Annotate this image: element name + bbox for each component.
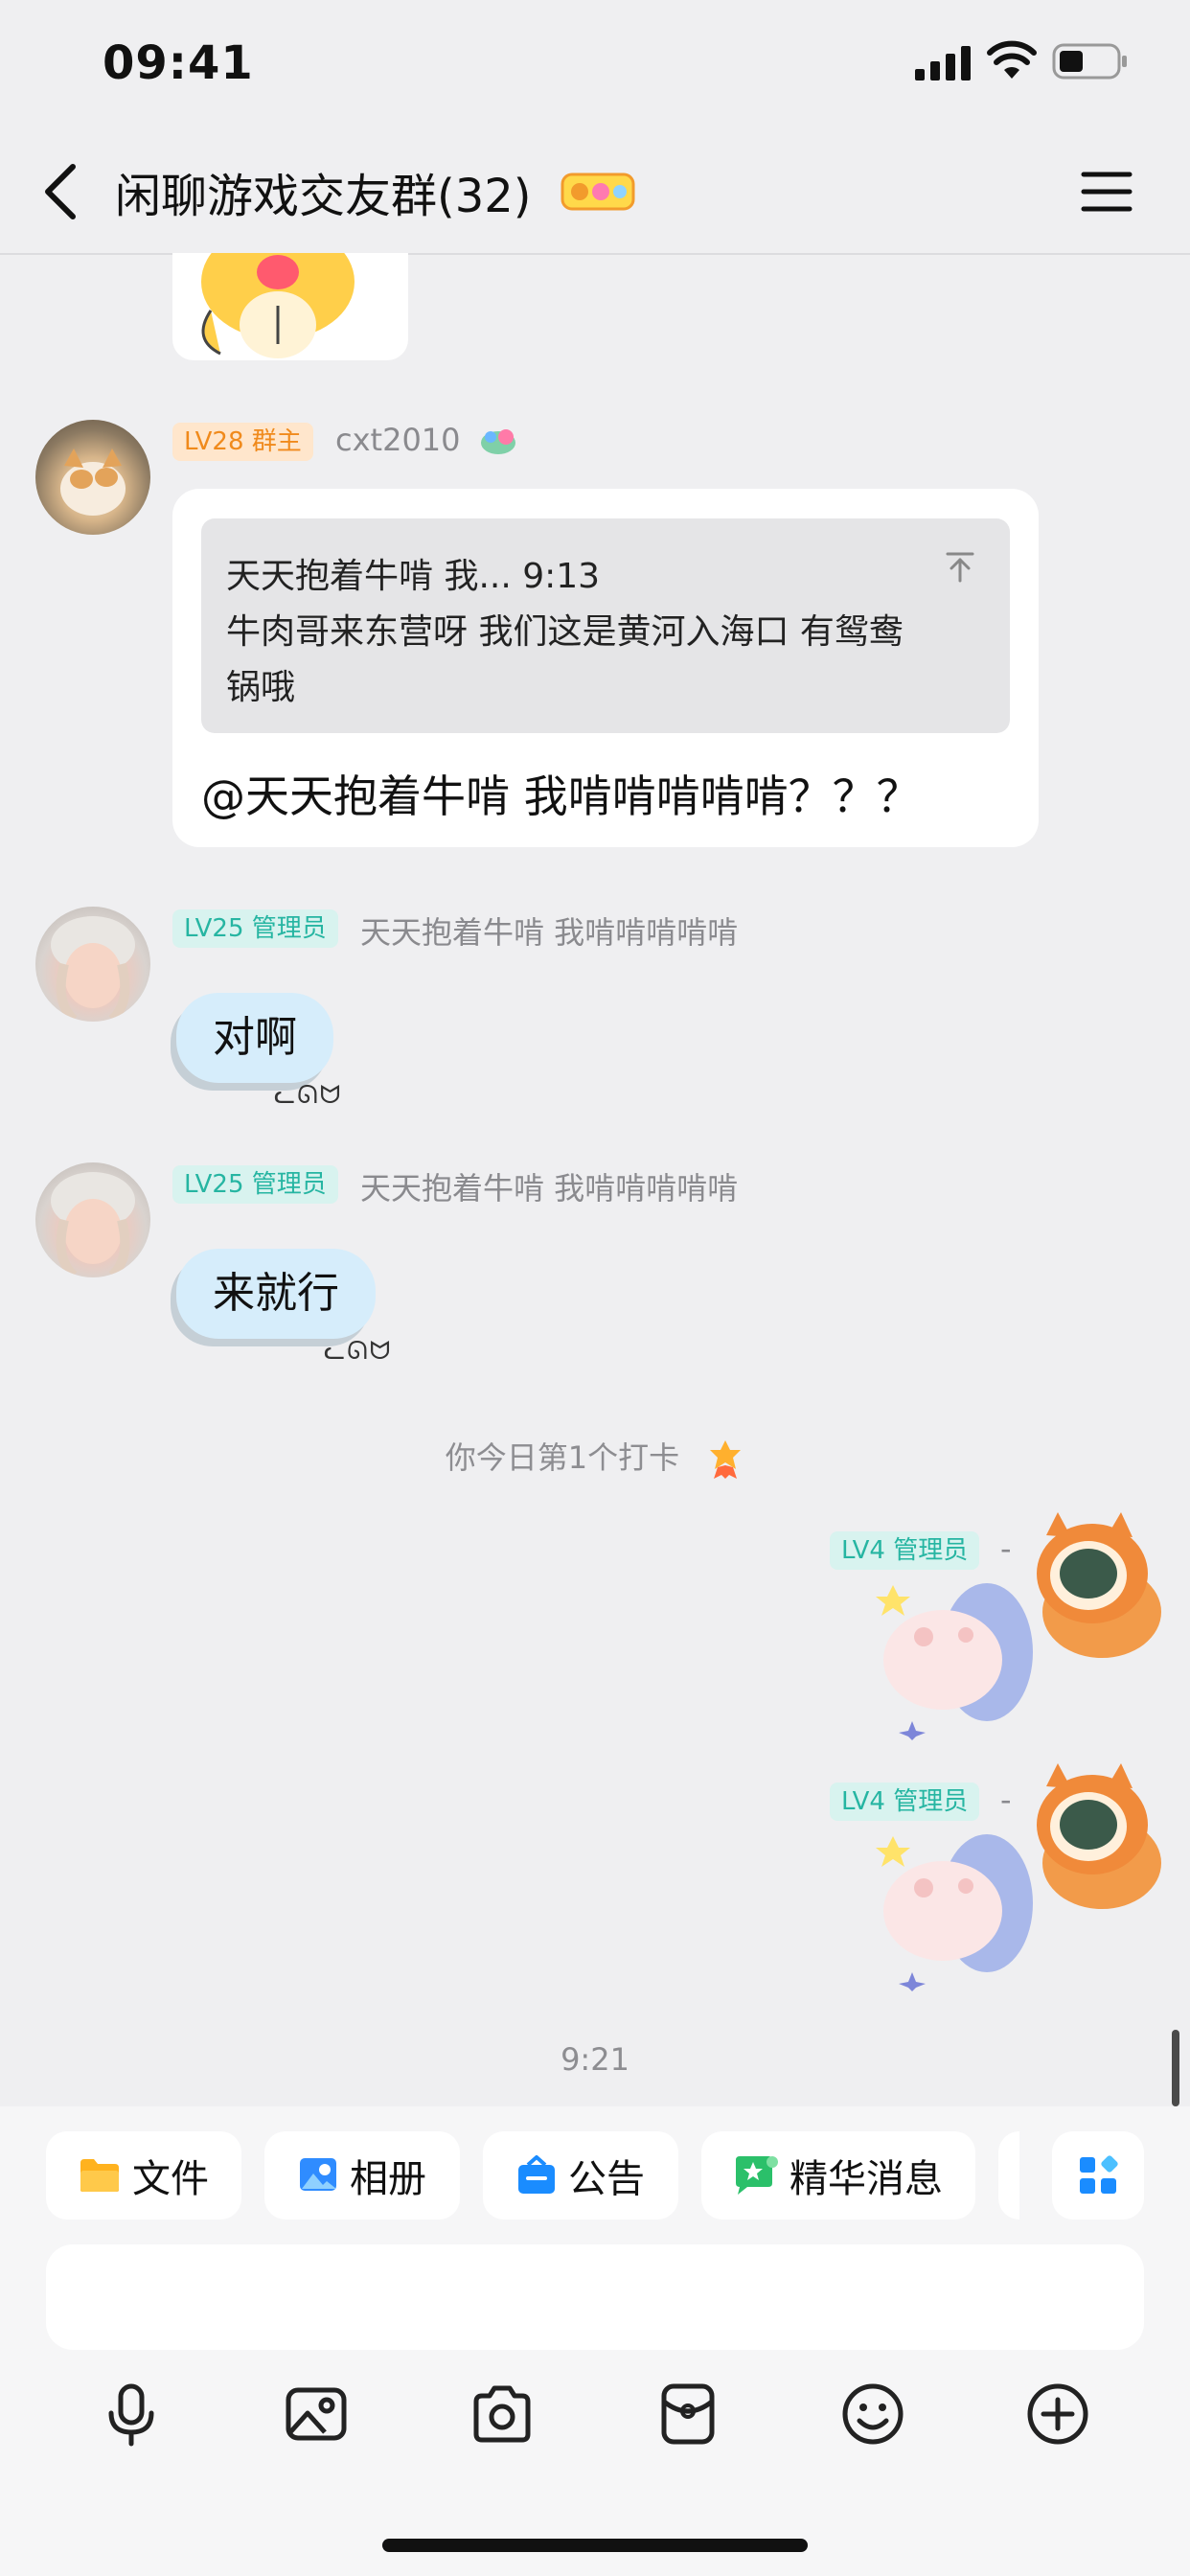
- quick-action-label: 精华消息: [790, 2157, 943, 2201]
- time-separator: 9:21: [561, 2041, 629, 2078]
- app-grid-icon: [1080, 2155, 1118, 2194]
- girl-avatar-icon: [51, 1172, 135, 1277]
- bubble-decoration: ᓚᘏᗢ: [324, 1337, 393, 1366]
- battery-icon: [1052, 43, 1127, 80]
- quick-action-more-partial[interactable]: [998, 2131, 1019, 2220]
- sticker-message[interactable]: [172, 253, 408, 360]
- quick-action-essence[interactable]: 精华消息: [701, 2131, 975, 2220]
- sender-name[interactable]: 天天抱着牛啃 我啃啃啃啃啃: [360, 908, 738, 953]
- bubble-decoration: ᓚᘏᗢ: [274, 1081, 343, 1110]
- back-icon[interactable]: [34, 153, 92, 230]
- quote-text: 牛肉哥来东营呀 我们这是黄河入海口 有鸳鸯: [226, 612, 904, 652]
- wifi-icon: [987, 40, 1037, 79]
- sender-name[interactable]: 天天抱着牛啃 我啃啃啃啃啃: [360, 1164, 738, 1208]
- app-grid-button[interactable]: [1052, 2131, 1144, 2220]
- quick-action-label: 公告: [568, 2157, 645, 2201]
- checkin-text: 你今日第1个打卡: [445, 1439, 680, 1476]
- message-bubble[interactable]: 对啊: [176, 993, 333, 1083]
- fox-avatar-icon[interactable]: [1025, 1506, 1169, 1660]
- checkin-notice: 你今日第1个打卡: [0, 1434, 1190, 1481]
- sender-name: -: [1000, 1530, 1012, 1567]
- cat-seal-sticker-icon[interactable]: [874, 1568, 1046, 1740]
- message-text: @天天抱着牛啃 我啃啃啃啃啃？？？: [201, 770, 921, 822]
- signal-icon: [915, 46, 971, 80]
- avatar[interactable]: [35, 907, 150, 1022]
- message-bubble[interactable]: 来就行: [176, 1249, 376, 1339]
- folder-icon: [80, 2159, 119, 2192]
- level-tag: LV25 管理员: [172, 1165, 338, 1204]
- cat-seal-sticker-icon[interactable]: [874, 1819, 1046, 1991]
- announcement-icon: [518, 2155, 555, 2194]
- plus-icon[interactable]: [1024, 2380, 1091, 2448]
- scrollbar[interactable]: [1172, 2030, 1179, 2106]
- avatar[interactable]: [35, 420, 150, 535]
- jump-to-original-icon[interactable]: [944, 550, 976, 583]
- girl-avatar-icon: [51, 916, 135, 1022]
- quick-action-announcement[interactable]: 公告: [483, 2131, 678, 2220]
- sender-name: -: [1000, 1782, 1012, 1818]
- status-time: 09:41: [103, 36, 254, 90]
- quote-text: 锅哦: [226, 668, 296, 707]
- quick-action-label: 相册: [350, 2157, 426, 2201]
- level-tag: LV4 管理员: [830, 1531, 980, 1570]
- medal-icon: [710, 1440, 742, 1479]
- photo-album-icon: [300, 2158, 336, 2191]
- image-icon[interactable]: [283, 2380, 350, 2448]
- sender-name[interactable]: cxt2010: [335, 422, 461, 458]
- message-input[interactable]: [46, 2244, 1144, 2350]
- fox-avatar-icon[interactable]: [1025, 1758, 1169, 1911]
- red-packet-icon[interactable]: [654, 2380, 721, 2448]
- quote-header: 天天抱着牛啃 我... 9:13: [226, 557, 601, 596]
- level-tag: LV4 管理员: [830, 1782, 980, 1821]
- quick-action-album[interactable]: 相册: [264, 2131, 460, 2220]
- fox-sticker-icon: [201, 253, 355, 358]
- group-title[interactable]: 闲聊游戏交友群(32): [115, 158, 532, 225]
- emoji-icon[interactable]: [839, 2380, 906, 2448]
- microphone-icon[interactable]: [98, 2380, 165, 2448]
- level-tag: LV25 管理员: [172, 909, 338, 948]
- group-level-badge-icon: [561, 172, 635, 211]
- quick-action-file[interactable]: 文件: [46, 2131, 241, 2220]
- menu-icon[interactable]: [1078, 163, 1135, 220]
- essence-message-icon: [736, 2156, 778, 2195]
- quick-action-label: 文件: [132, 2157, 209, 2201]
- member-badge-icon: [481, 429, 515, 454]
- level-tag: LV28 群主: [172, 423, 313, 461]
- avatar[interactable]: [35, 1162, 150, 1277]
- camera-icon[interactable]: [469, 2380, 536, 2448]
- cat-avatar-icon: [60, 448, 126, 516]
- home-indicator[interactable]: [382, 2539, 808, 2552]
